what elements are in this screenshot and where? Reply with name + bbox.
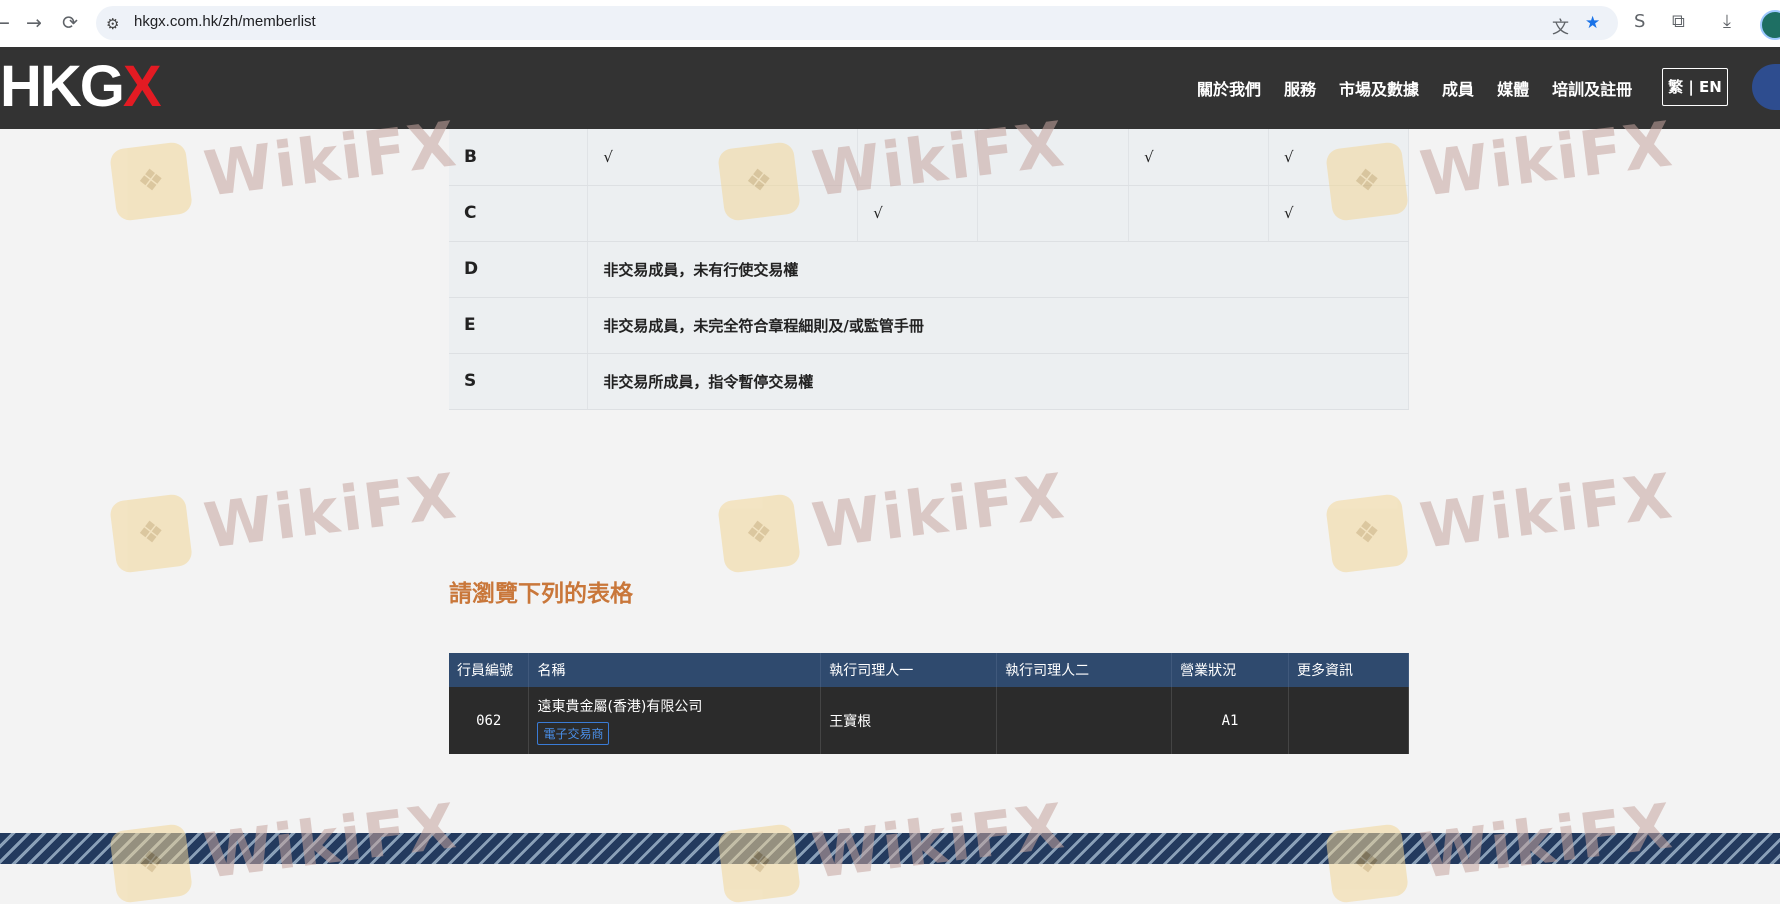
tick-cell: √	[1268, 129, 1409, 186]
profile-avatar[interactable]	[1760, 10, 1780, 40]
tick-cell: √	[1128, 129, 1270, 186]
nav-media[interactable]: 媒體	[1497, 76, 1529, 100]
tick-cell	[857, 129, 979, 186]
eagle-icon: ❖	[108, 492, 194, 574]
class-code: C	[449, 185, 589, 242]
nav-training[interactable]: 培訓及註冊	[1552, 76, 1632, 100]
forward-icon[interactable]: →	[26, 12, 42, 34]
class-description: 非交易成員，未完全符合章程細則及/或監管手冊	[587, 297, 1409, 354]
class-description: 非交易所成員，指令暫停交易權	[587, 353, 1409, 410]
table-row: 062 遠東貴金屬(香港)有限公司 電子交易商 王寶根 A1	[449, 687, 1409, 754]
tick-cell	[977, 185, 1130, 242]
back-icon[interactable]: ←	[0, 12, 10, 34]
table-header-row: 行員編號 名稱 執行司理人一 執行司理人二 營業狀況 更多資訊	[449, 653, 1409, 687]
site-header: HKGX 關於我們 服務 市場及數據 成員 媒體 培訓及註冊 繁 | EN	[0, 47, 1780, 129]
tick-cell	[587, 185, 859, 242]
watermark-text: WikiFX	[808, 459, 1070, 563]
site-info-icon[interactable]: ⚙	[106, 15, 119, 33]
eagle-icon: ❖	[108, 140, 194, 222]
watermark-text: WikiFX	[200, 459, 462, 563]
nav-market-data[interactable]: 市場及數據	[1339, 76, 1419, 100]
tick-cell	[1128, 185, 1270, 242]
member-type-badge[interactable]: 電子交易商	[537, 722, 610, 745]
url-text[interactable]: hkgx.com.hk/zh/memberlist	[134, 13, 316, 30]
eagle-icon: ❖	[716, 492, 802, 574]
column-header: 營業狀況	[1171, 653, 1290, 687]
manager-two	[996, 687, 1173, 754]
reload-icon[interactable]: ⟳	[62, 12, 78, 34]
table-row: E 非交易成員，未完全符合章程細則及/或監管手冊	[449, 297, 1409, 354]
table-row: S 非交易所成員，指令暫停交易權	[449, 353, 1409, 410]
table-row: D 非交易成員，未有行使交易權	[449, 241, 1409, 298]
column-header: 執行司理人一	[820, 653, 998, 687]
class-code: S	[449, 353, 589, 410]
extensions-puzzle-icon[interactable]: ⧉	[1672, 11, 1685, 32]
extension-s-icon[interactable]: S	[1634, 11, 1645, 32]
hkgx-logo[interactable]: HKGX	[0, 54, 162, 119]
column-header: 名稱	[528, 653, 822, 687]
language-switch[interactable]: 繁 | EN	[1662, 68, 1728, 106]
watermark: ❖ WikiFX	[716, 459, 1070, 574]
tick-cell: √	[587, 129, 859, 186]
watermark: ❖ WikiFX	[108, 459, 462, 574]
footer-stripe	[0, 833, 1780, 864]
logo-text: HKG	[0, 54, 125, 119]
member-id: 062	[449, 687, 530, 754]
nav-members[interactable]: 成員	[1442, 76, 1474, 100]
address-bar[interactable]: ⚙ hkgx.com.hk/zh/memberlist 文 ★	[96, 6, 1618, 40]
main-nav: 關於我們 服務 市場及數據 成員 媒體 培訓及註冊	[1197, 76, 1655, 100]
logo-accent: X	[122, 54, 162, 119]
business-status: A1	[1171, 687, 1290, 754]
column-header: 執行司理人二	[996, 653, 1173, 687]
browser-toolbar: ← → ⟳ ⚙ hkgx.com.hk/zh/memberlist 文 ★ S …	[0, 0, 1780, 48]
class-code: B	[449, 129, 589, 186]
bookmark-star-icon[interactable]: ★	[1585, 13, 1600, 33]
class-description: 非交易成員，未有行使交易權	[587, 241, 1409, 298]
more-info[interactable]	[1288, 687, 1409, 754]
column-header: 行員編號	[449, 653, 530, 687]
login-button[interactable]	[1752, 64, 1780, 110]
member-name: 遠東貴金屬(香港)有限公司	[537, 699, 703, 715]
tick-cell: √	[1268, 185, 1409, 242]
tick-cell: √	[857, 185, 979, 242]
section-heading: 請瀏覽下列的表格	[449, 581, 633, 607]
translate-icon[interactable]: 文	[1552, 13, 1569, 38]
nav-services[interactable]: 服務	[1284, 76, 1316, 100]
manager-one: 王寶根	[820, 687, 998, 754]
column-header: 更多資訊	[1288, 653, 1409, 687]
table-row: B √ √ √	[449, 129, 1409, 186]
membership-class-table: B √ √ √ C √ √ D 非交易成員，未有行使交易權 E 非交易成員，未完…	[449, 129, 1409, 410]
class-code: E	[449, 297, 589, 354]
tick-cell	[977, 129, 1130, 186]
class-code: D	[449, 241, 589, 298]
watermark-text: WikiFX	[1416, 459, 1678, 563]
member-list-table: 行員編號 名稱 執行司理人一 執行司理人二 營業狀況 更多資訊 062 遠東貴金…	[449, 653, 1409, 754]
nav-about[interactable]: 關於我們	[1197, 76, 1261, 100]
watermark: ❖ WikiFX	[1324, 459, 1678, 574]
download-icon[interactable]: ⤓	[1723, 11, 1731, 32]
table-row: C √ √	[449, 185, 1409, 242]
member-name-cell: 遠東貴金屬(香港)有限公司 電子交易商	[528, 687, 822, 754]
eagle-icon: ❖	[1324, 492, 1410, 574]
